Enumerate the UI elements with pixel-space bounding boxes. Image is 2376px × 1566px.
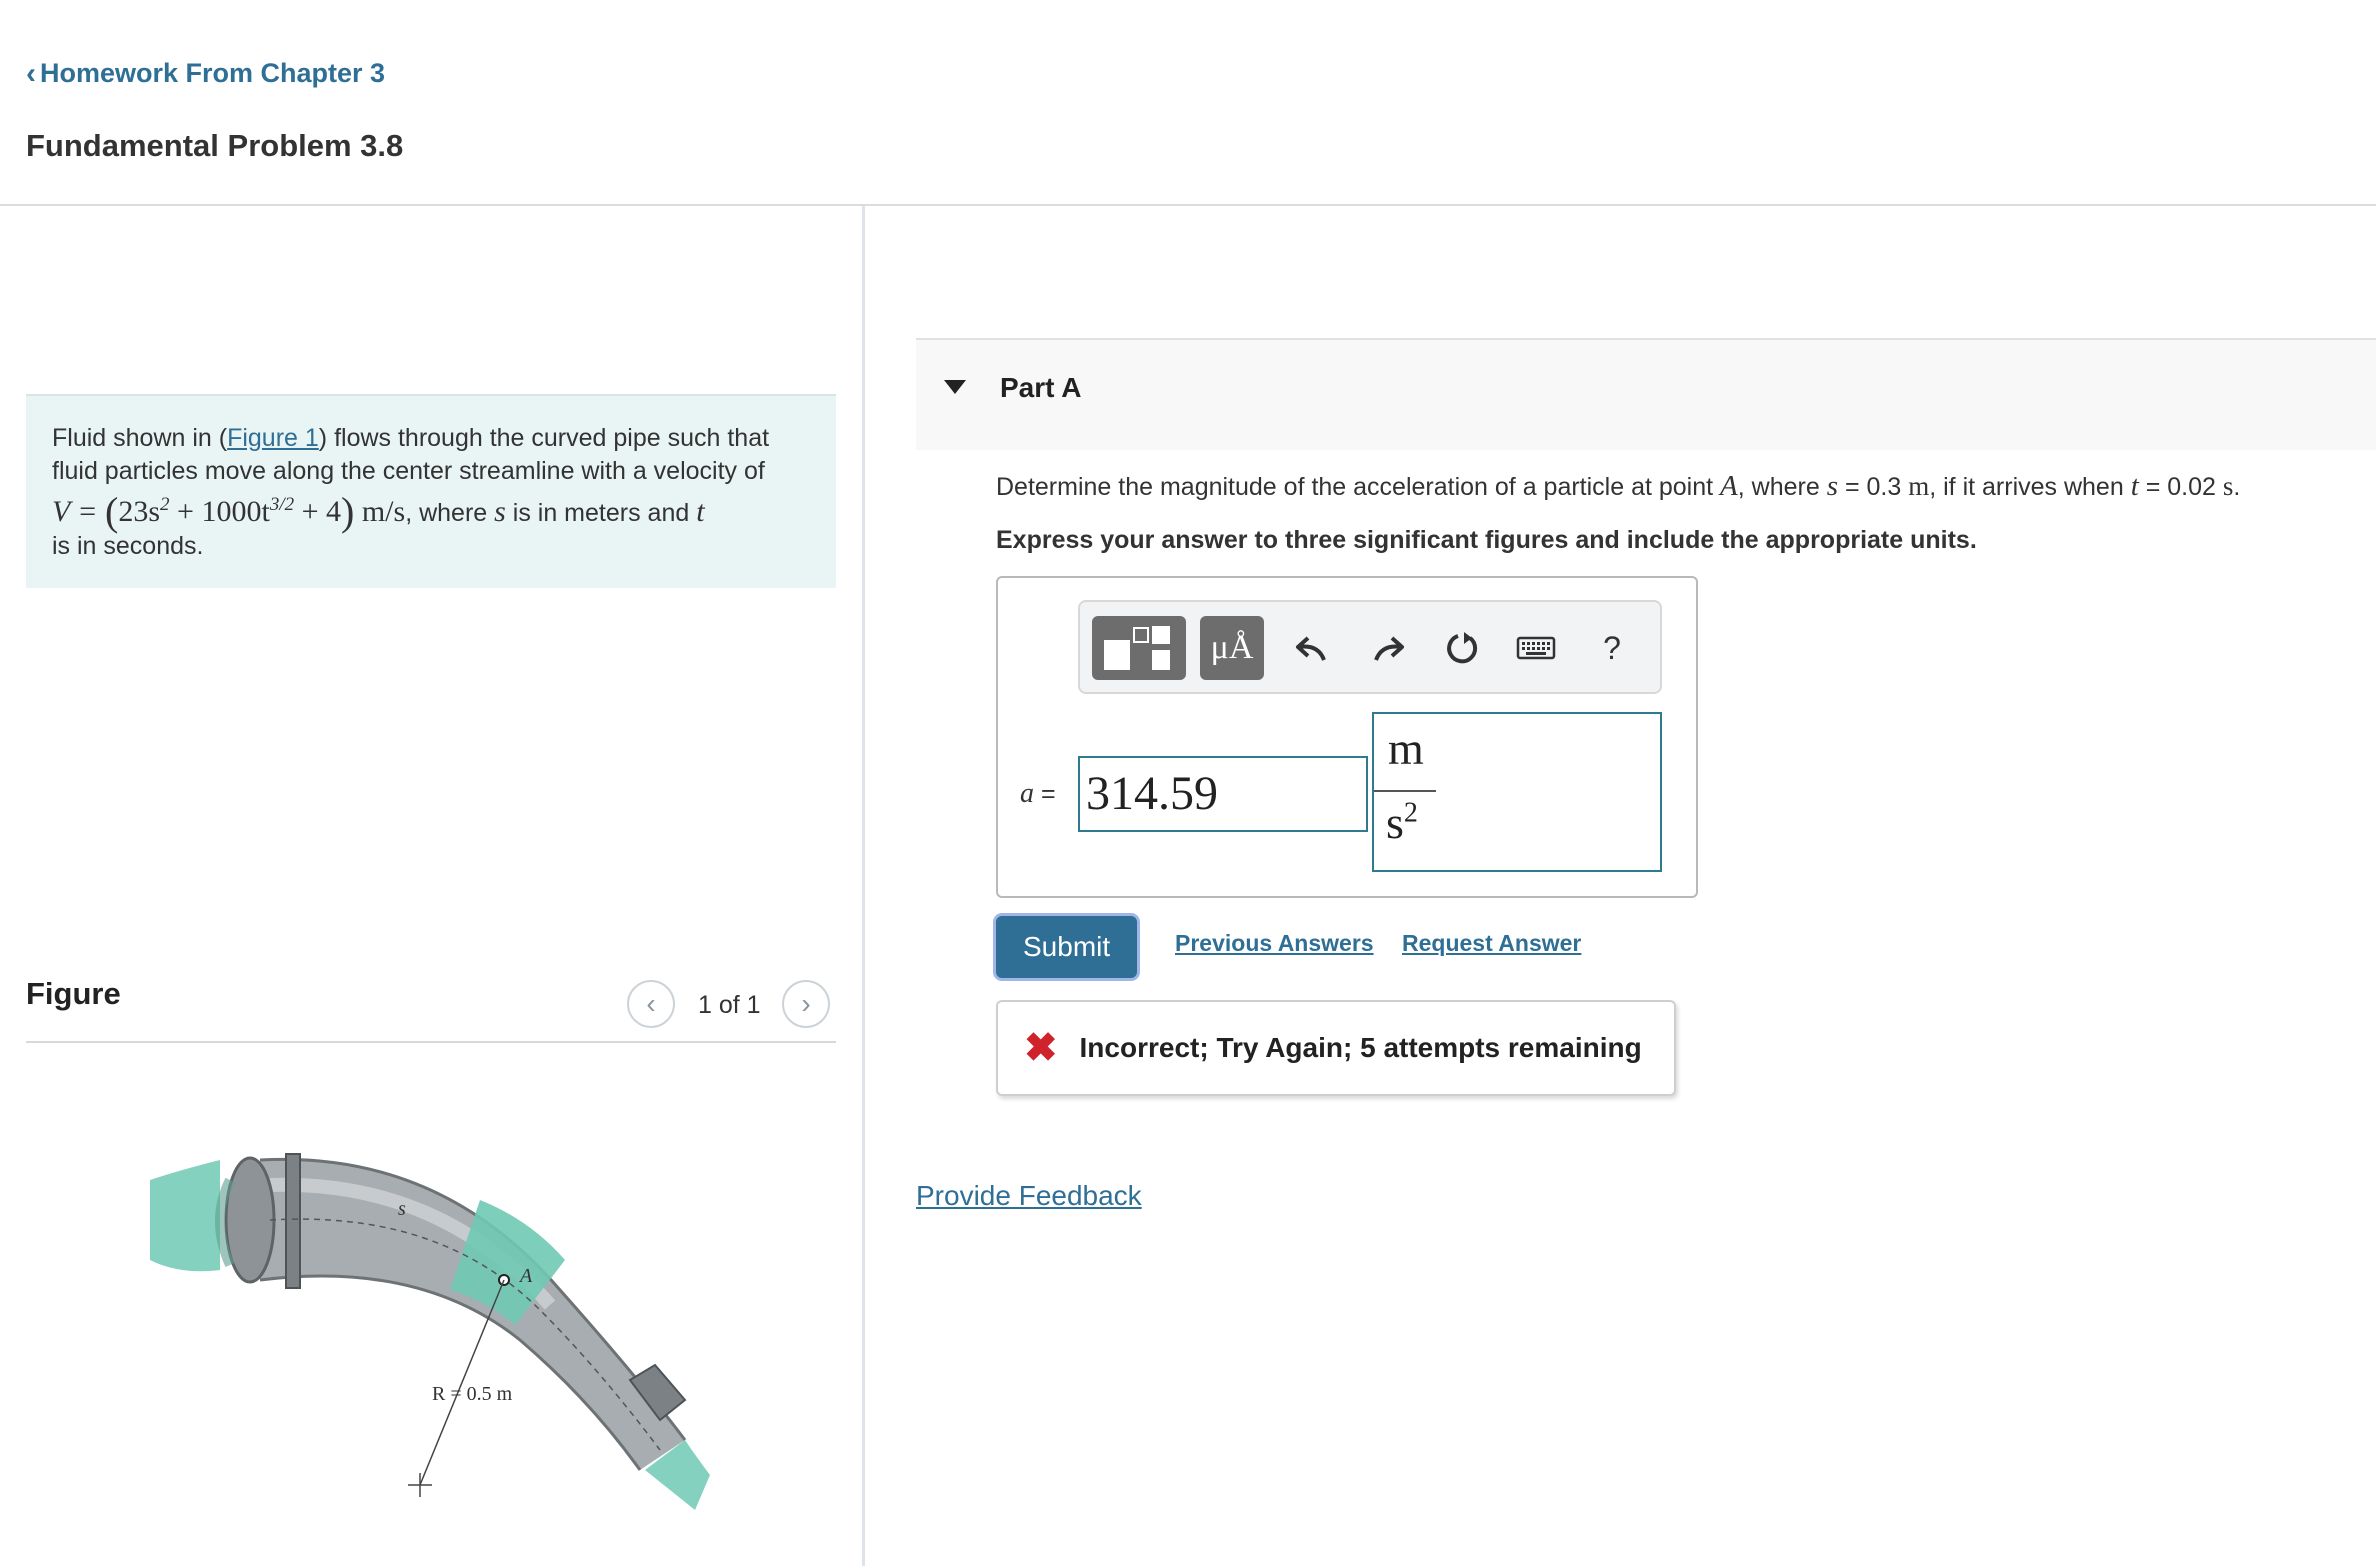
- back-link-label: Homework From Chapter 3: [40, 58, 386, 88]
- template-icon: [1104, 626, 1170, 670]
- figure-next-button[interactable]: ›: [782, 980, 830, 1028]
- redo-button[interactable]: [1364, 624, 1412, 672]
- label-radius: R = 0.5 m: [432, 1383, 513, 1405]
- pipe-flange: [285, 1153, 301, 1289]
- units-button[interactable]: μÅ: [1200, 616, 1264, 680]
- question-text: Determine the magnitude of the accelerat…: [996, 470, 2241, 502]
- label-a: A: [518, 1265, 533, 1287]
- redo-icon: [1374, 636, 1404, 661]
- feedback-message: ✖ Incorrect; Try Again; 5 attempts remai…: [996, 1000, 1676, 1096]
- label-s: s: [398, 1198, 406, 1220]
- incorrect-x-icon: ✖: [1024, 1026, 1058, 1070]
- unit-denominator: s2: [1386, 797, 1418, 848]
- help-button[interactable]: ?: [1588, 624, 1636, 672]
- velocity-equation: V = (23s2 + 1000t3/2 + 4) m/s: [52, 489, 406, 534]
- feedback-text: Incorrect; Try Again; 5 attempts remaini…: [1079, 1032, 1642, 1063]
- pane-divider[interactable]: [862, 206, 865, 1566]
- submit-button[interactable]: Submit: [996, 916, 1138, 978]
- inlet-fluid: [150, 1160, 220, 1272]
- chevron-left-icon: ‹: [26, 56, 36, 90]
- keyboard-icon: [1516, 636, 1556, 660]
- answer-value-input[interactable]: 314.59: [1078, 756, 1368, 832]
- undo-icon: [1296, 636, 1326, 661]
- answer-panel: μÅ ? a = 314.59 m s2: [996, 576, 1698, 898]
- answer-units-input[interactable]: m s2: [1372, 712, 1662, 872]
- reset-button[interactable]: [1438, 624, 1486, 672]
- pipe-body: [260, 1159, 685, 1470]
- instruction-text: Express your answer to three significant…: [996, 526, 1977, 554]
- math-toolbar: μÅ ?: [1078, 600, 1662, 694]
- previous-answers-link[interactable]: Previous Answers: [1175, 930, 1374, 957]
- problem-statement: Fluid shown in (Figure 1) flows through …: [26, 394, 836, 588]
- header-divider: [0, 204, 2376, 206]
- help-icon: ?: [1603, 629, 1621, 666]
- template-button[interactable]: [1092, 616, 1186, 680]
- provide-feedback-link[interactable]: Provide Feedback: [916, 1180, 1142, 1212]
- back-link-homework[interactable]: ‹ Homework From Chapter 3: [26, 58, 385, 89]
- figure-counter: 1 of 1: [698, 991, 761, 1019]
- figure-divider: [26, 1041, 836, 1043]
- figure-title: Figure: [26, 976, 121, 1011]
- figure-link[interactable]: Figure 1: [227, 424, 319, 452]
- chevron-right-icon: ›: [801, 988, 811, 1019]
- figure-prev-button[interactable]: ‹: [627, 980, 675, 1028]
- undo-button[interactable]: [1288, 624, 1336, 672]
- page-title: Fundamental Problem 3.8: [26, 128, 404, 163]
- curved-pipe-figure: s A R = 0.5 m: [150, 1153, 710, 1510]
- part-label: Part A: [1000, 372, 1082, 403]
- caret-down-icon: [944, 380, 966, 394]
- fraction-bar: [1374, 790, 1436, 792]
- units-icon: μÅ: [1210, 629, 1254, 666]
- part-a-header[interactable]: Part A: [916, 338, 2376, 450]
- request-answer-link[interactable]: Request Answer: [1402, 930, 1581, 957]
- keyboard-button[interactable]: [1512, 624, 1560, 672]
- chevron-left-icon: ‹: [646, 988, 656, 1019]
- reset-icon: [1447, 632, 1478, 664]
- unit-numerator: m: [1388, 723, 1424, 774]
- answer-variable-label: a =: [1020, 778, 1056, 809]
